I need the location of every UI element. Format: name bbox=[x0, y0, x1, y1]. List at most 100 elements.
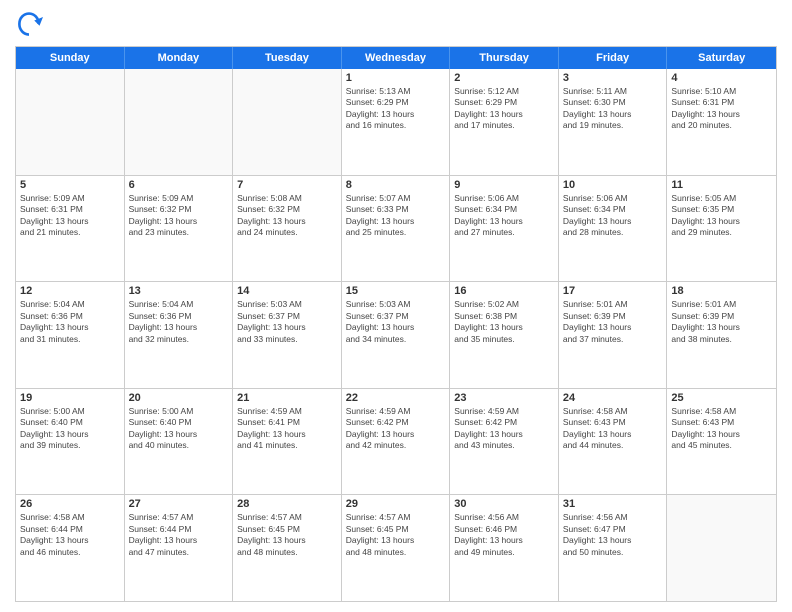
day-info: Sunrise: 5:04 AM Sunset: 6:36 PM Dayligh… bbox=[20, 299, 120, 345]
day-info: Sunrise: 5:05 AM Sunset: 6:35 PM Dayligh… bbox=[671, 193, 772, 239]
day-info: Sunrise: 5:02 AM Sunset: 6:38 PM Dayligh… bbox=[454, 299, 554, 345]
day-number: 7 bbox=[237, 179, 337, 191]
calendar-cell: 16 Sunrise: 5:02 AM Sunset: 6:38 PM Dayli… bbox=[450, 282, 559, 388]
calendar-cell bbox=[233, 69, 342, 175]
calendar-cell: 30Sunrise: 4:56 AM Sunset: 6:46 PM Dayli… bbox=[450, 495, 559, 601]
day-number: 2 bbox=[454, 72, 554, 84]
day-info: Sunrise: 5:09 AM Sunset: 6:31 PM Dayligh… bbox=[20, 193, 120, 239]
calendar-header-cell: Tuesday bbox=[233, 47, 342, 69]
calendar-cell: 22 Sunrise: 4:59 AM Sunset: 6:42 PM Dayli… bbox=[342, 389, 451, 495]
day-info: Sunrise: 5:10 AM Sunset: 6:31 PM Dayligh… bbox=[671, 86, 772, 132]
day-info: Sunrise: 5:07 AM Sunset: 6:33 PM Dayligh… bbox=[346, 193, 446, 239]
calendar-cell: 20 Sunrise: 5:00 AM Sunset: 6:40 PM Dayli… bbox=[125, 389, 234, 495]
day-info: Sunrise: 5:00 AM Sunset: 6:40 PM Dayligh… bbox=[20, 406, 120, 452]
calendar-row: 1 Sunrise: 5:13 AM Sunset: 6:29 PM Daylig… bbox=[16, 69, 776, 176]
day-info: Sunrise: 5:13 AM Sunset: 6:29 PM Dayligh… bbox=[346, 86, 446, 132]
day-info: Sunrise: 4:57 AM Sunset: 6:45 PM Dayligh… bbox=[346, 512, 446, 558]
day-number: 20 bbox=[129, 392, 229, 404]
day-info: Sunrise: 4:58 AM Sunset: 6:43 PM Dayligh… bbox=[563, 406, 663, 452]
calendar-row: 19 Sunrise: 5:00 AM Sunset: 6:40 PM Dayli… bbox=[16, 389, 776, 496]
day-number: 19 bbox=[20, 392, 120, 404]
calendar-header-cell: Sunday bbox=[16, 47, 125, 69]
day-info: Sunrise: 4:59 AM Sunset: 6:41 PM Dayligh… bbox=[237, 406, 337, 452]
calendar-cell: 5Sunrise: 5:09 AM Sunset: 6:31 PM Daylig… bbox=[16, 176, 125, 282]
day-info: Sunrise: 5:06 AM Sunset: 6:34 PM Dayligh… bbox=[454, 193, 554, 239]
calendar-header-cell: Saturday bbox=[667, 47, 776, 69]
day-info: Sunrise: 5:08 AM Sunset: 6:32 PM Dayligh… bbox=[237, 193, 337, 239]
day-number: 12 bbox=[20, 285, 120, 297]
day-number: 6 bbox=[129, 179, 229, 191]
calendar-cell: 19 Sunrise: 5:00 AM Sunset: 6:40 PM Dayli… bbox=[16, 389, 125, 495]
calendar-cell bbox=[125, 69, 234, 175]
day-info: Sunrise: 5:09 AM Sunset: 6:32 PM Dayligh… bbox=[129, 193, 229, 239]
calendar: SundayMondayTuesdayWednesdayThursdayFrid… bbox=[15, 46, 777, 602]
calendar-header-cell: Wednesday bbox=[342, 47, 451, 69]
day-number: 31 bbox=[563, 498, 663, 510]
calendar-header-cell: Friday bbox=[559, 47, 668, 69]
day-info: Sunrise: 5:04 AM Sunset: 6:36 PM Dayligh… bbox=[129, 299, 229, 345]
day-info: Sunrise: 5:03 AM Sunset: 6:37 PM Dayligh… bbox=[346, 299, 446, 345]
day-info: Sunrise: 5:01 AM Sunset: 6:39 PM Dayligh… bbox=[671, 299, 772, 345]
day-number: 25 bbox=[671, 392, 772, 404]
day-number: 9 bbox=[454, 179, 554, 191]
calendar-cell: 28 Sunrise: 4:57 AM Sunset: 6:45 PM Dayli… bbox=[233, 495, 342, 601]
day-info: Sunrise: 4:56 AM Sunset: 6:47 PM Dayligh… bbox=[563, 512, 663, 558]
day-number: 21 bbox=[237, 392, 337, 404]
calendar-cell: 18 Sunrise: 5:01 AM Sunset: 6:39 PM Dayli… bbox=[667, 282, 776, 388]
day-number: 14 bbox=[237, 285, 337, 297]
day-number: 22 bbox=[346, 392, 446, 404]
day-info: Sunrise: 5:11 AM Sunset: 6:30 PM Dayligh… bbox=[563, 86, 663, 132]
calendar-cell: 24Sunrise: 4:58 AM Sunset: 6:43 PM Dayli… bbox=[559, 389, 668, 495]
calendar-cell: 10Sunrise: 5:06 AM Sunset: 6:34 PM Dayli… bbox=[559, 176, 668, 282]
day-number: 8 bbox=[346, 179, 446, 191]
day-number: 11 bbox=[671, 179, 772, 191]
calendar-cell bbox=[16, 69, 125, 175]
calendar-cell: 9 Sunrise: 5:06 AM Sunset: 6:34 PM Daylig… bbox=[450, 176, 559, 282]
calendar-cell: 13 Sunrise: 5:04 AM Sunset: 6:36 PM Dayli… bbox=[125, 282, 234, 388]
calendar-cell: 29 Sunrise: 4:57 AM Sunset: 6:45 PM Dayli… bbox=[342, 495, 451, 601]
day-number: 28 bbox=[237, 498, 337, 510]
day-number: 10 bbox=[563, 179, 663, 191]
day-number: 4 bbox=[671, 72, 772, 84]
calendar-cell: 1 Sunrise: 5:13 AM Sunset: 6:29 PM Daylig… bbox=[342, 69, 451, 175]
day-number: 1 bbox=[346, 72, 446, 84]
day-number: 13 bbox=[129, 285, 229, 297]
calendar-cell: 25 Sunrise: 4:58 AM Sunset: 6:43 PM Dayli… bbox=[667, 389, 776, 495]
day-number: 16 bbox=[454, 285, 554, 297]
day-number: 3 bbox=[563, 72, 663, 84]
header bbox=[15, 10, 777, 38]
day-number: 23 bbox=[454, 392, 554, 404]
calendar-header-cell: Thursday bbox=[450, 47, 559, 69]
day-info: Sunrise: 4:57 AM Sunset: 6:45 PM Dayligh… bbox=[237, 512, 337, 558]
calendar-cell: 23 Sunrise: 4:59 AM Sunset: 6:42 PM Dayli… bbox=[450, 389, 559, 495]
calendar-cell: 17Sunrise: 5:01 AM Sunset: 6:39 PM Dayli… bbox=[559, 282, 668, 388]
day-info: Sunrise: 4:59 AM Sunset: 6:42 PM Dayligh… bbox=[346, 406, 446, 452]
day-info: Sunrise: 5:12 AM Sunset: 6:29 PM Dayligh… bbox=[454, 86, 554, 132]
day-info: Sunrise: 4:56 AM Sunset: 6:46 PM Dayligh… bbox=[454, 512, 554, 558]
calendar-cell: 2 Sunrise: 5:12 AM Sunset: 6:29 PM Daylig… bbox=[450, 69, 559, 175]
calendar-cell: 26 Sunrise: 4:58 AM Sunset: 6:44 PM Dayli… bbox=[16, 495, 125, 601]
day-info: Sunrise: 5:00 AM Sunset: 6:40 PM Dayligh… bbox=[129, 406, 229, 452]
calendar-cell: 15 Sunrise: 5:03 AM Sunset: 6:37 PM Dayli… bbox=[342, 282, 451, 388]
calendar-cell: 4 Sunrise: 5:10 AM Sunset: 6:31 PM Daylig… bbox=[667, 69, 776, 175]
calendar-cell: 12 Sunrise: 5:04 AM Sunset: 6:36 PM Dayli… bbox=[16, 282, 125, 388]
logo bbox=[15, 10, 47, 38]
calendar-header: SundayMondayTuesdayWednesdayThursdayFrid… bbox=[16, 47, 776, 69]
day-info: Sunrise: 4:57 AM Sunset: 6:44 PM Dayligh… bbox=[129, 512, 229, 558]
calendar-body: 1 Sunrise: 5:13 AM Sunset: 6:29 PM Daylig… bbox=[16, 69, 776, 601]
day-info: Sunrise: 4:58 AM Sunset: 6:43 PM Dayligh… bbox=[671, 406, 772, 452]
calendar-header-cell: Monday bbox=[125, 47, 234, 69]
day-info: Sunrise: 5:03 AM Sunset: 6:37 PM Dayligh… bbox=[237, 299, 337, 345]
day-number: 26 bbox=[20, 498, 120, 510]
calendar-cell: 21 Sunrise: 4:59 AM Sunset: 6:41 PM Dayli… bbox=[233, 389, 342, 495]
calendar-cell bbox=[667, 495, 776, 601]
day-info: Sunrise: 4:59 AM Sunset: 6:42 PM Dayligh… bbox=[454, 406, 554, 452]
calendar-row: 26 Sunrise: 4:58 AM Sunset: 6:44 PM Dayli… bbox=[16, 495, 776, 601]
day-number: 15 bbox=[346, 285, 446, 297]
day-info: Sunrise: 4:58 AM Sunset: 6:44 PM Dayligh… bbox=[20, 512, 120, 558]
day-number: 18 bbox=[671, 285, 772, 297]
logo-icon bbox=[15, 10, 43, 38]
calendar-row: 12 Sunrise: 5:04 AM Sunset: 6:36 PM Dayli… bbox=[16, 282, 776, 389]
calendar-row: 5Sunrise: 5:09 AM Sunset: 6:31 PM Daylig… bbox=[16, 176, 776, 283]
day-number: 29 bbox=[346, 498, 446, 510]
